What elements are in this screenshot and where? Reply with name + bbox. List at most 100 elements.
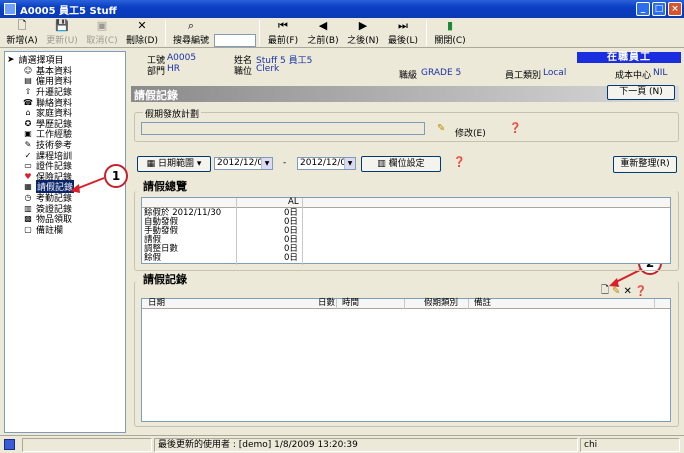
leave-plan-title: 假期發放計劃 xyxy=(143,107,202,120)
employee-info: 工號 A0005 姓名 Stuff 5 員工5 部門 HR 職位 Clerk 職… xyxy=(131,51,684,83)
col-divider xyxy=(654,299,655,309)
col-divider xyxy=(404,299,405,309)
toolbar-separator xyxy=(259,20,260,46)
first-record-button[interactable]: ⏮ 最前(F) xyxy=(265,19,301,47)
col-time: 時間 xyxy=(342,298,360,308)
cancel-icon: ▣ xyxy=(96,19,108,32)
clock-icon: ◷ xyxy=(24,192,32,202)
search-button[interactable]: ⌕ 搜尋編號 xyxy=(171,19,211,47)
binoculars-icon: ⌕ xyxy=(187,19,195,32)
cost-label: 成本中心 xyxy=(615,71,652,81)
summary-header: AL xyxy=(142,198,670,208)
calendar-icon: ▦ xyxy=(24,182,32,192)
calendar-icon: ▦ xyxy=(146,159,158,169)
prev-record-button[interactable]: ◀ 之前(B) xyxy=(305,19,341,47)
employee-dept: HR xyxy=(167,64,181,74)
help-icon[interactable]: ❓ xyxy=(453,157,465,168)
last-icon: ⏭ xyxy=(398,19,408,32)
date-separator: - xyxy=(283,158,287,168)
category-tree: ➤ 請選擇項目 ☺ 基本資料 ▤ 僱用資料 ⇧ 升遷記錄 ☎ 聯絡資料 ⌂ 家庭資料 ✪ 學歷… xyxy=(4,51,126,433)
summary-col-al: AL xyxy=(288,197,299,207)
next-page-button[interactable]: 下一頁 (N) xyxy=(607,85,675,100)
date-from-select[interactable]: 2012/12/01 ▼ xyxy=(214,157,273,170)
document-icon: ▤ xyxy=(24,76,32,86)
col-divider xyxy=(236,198,237,265)
visa-icon: ▥ xyxy=(24,203,32,213)
promotion-icon: ⇧ xyxy=(24,86,32,96)
search-id-input[interactable] xyxy=(214,34,256,47)
col-divider xyxy=(468,299,469,309)
employee-grade: GRADE 5 xyxy=(421,68,462,78)
col-date: 日期 xyxy=(148,298,166,308)
toolbar-separator xyxy=(165,20,166,46)
note-icon: ▢ xyxy=(24,224,32,234)
last-record-button[interactable]: ⏭ 最後(L) xyxy=(385,19,421,47)
date-range-button[interactable]: ▦ 日期範圍 ▾ xyxy=(137,156,211,172)
next-icon: ▶ xyxy=(358,19,368,32)
cancel-button[interactable]: ▣ 取消(C) xyxy=(84,19,120,47)
date-to-select[interactable]: 2012/12/05 ▼ xyxy=(297,157,356,170)
graduation-icon: ✪ xyxy=(24,118,32,128)
tree-item-remarks[interactable]: ▢ 備註欄 xyxy=(7,224,125,236)
employee-id: A0005 xyxy=(167,53,197,63)
prev-icon: ◀ xyxy=(318,19,328,32)
save-icon: 💾 xyxy=(55,19,69,32)
summary-row-label: 餘假 xyxy=(144,253,162,263)
main-panel: 工號 A0005 姓名 Stuff 5 員工5 部門 HR 職位 Clerk 職… xyxy=(131,51,684,433)
tools-icon: ✎ xyxy=(24,139,32,149)
col-remarks: 備註 xyxy=(474,298,492,308)
records-grid: 日期 日數 時間 假期類別 備註 xyxy=(141,298,671,422)
status-badge: 在職員工 xyxy=(577,52,681,63)
dept-label: 部門 xyxy=(147,67,166,77)
col-divider xyxy=(302,198,303,265)
contact-icon: ☎ xyxy=(23,97,33,107)
col-days: 日數 xyxy=(318,298,336,308)
delete-x-icon: ✕ xyxy=(137,19,147,32)
maximize-button[interactable]: □ xyxy=(652,2,666,16)
first-icon: ⏮ xyxy=(278,19,288,32)
summary-grid: AL 餘假於 2012/11/30 0日 自動發假 0日 手動發假 0日 請假 … xyxy=(141,197,671,265)
refresh-button[interactable]: 重新整理(R) xyxy=(613,156,677,173)
status-icon xyxy=(4,439,15,450)
close-button[interactable]: ▮ 關閉(C) xyxy=(432,19,468,47)
employee-type: Local xyxy=(543,68,567,78)
briefcase-icon: ▣ xyxy=(24,129,32,139)
edit-button[interactable]: 修改(E) xyxy=(455,126,486,139)
chevron-down-icon: ▼ xyxy=(344,158,355,169)
employee-cost: NIL xyxy=(653,68,668,78)
status-bar: 最後更新的使用者 : [demo] 1/8/2009 13:20:39 chi xyxy=(0,435,684,453)
grade-label: 職級 xyxy=(399,71,418,81)
toolbar-separator xyxy=(426,20,427,46)
main-toolbar: 🗋 新增(A) 💾 更新(U) ▣ 取消(C) ✕ 刪除(D) ⌕ 搜尋編號 ⏮ 最前(F)… xyxy=(0,18,684,48)
records-header: 日期 日數 時間 假期類別 備註 xyxy=(142,299,670,309)
new-button[interactable]: 🗋 新增(A) xyxy=(4,19,40,47)
app-icon xyxy=(4,3,16,15)
columns-icon: ▥ xyxy=(377,159,389,169)
language-indicator: chi xyxy=(580,438,680,452)
title-bar: A0005 員工5 Stuff _ □ × xyxy=(0,0,684,18)
section-header: 請假記錄 xyxy=(131,86,679,102)
box-icon: ▩ xyxy=(24,214,32,224)
close-window-button[interactable]: × xyxy=(668,2,682,16)
delete-button[interactable]: ✕ 刪除(D) xyxy=(124,19,160,47)
pointer-icon: ➤ xyxy=(7,54,15,65)
chevron-down-icon: ▼ xyxy=(261,158,272,169)
minimize-button[interactable]: _ xyxy=(636,2,650,16)
help-icon[interactable]: ❓ xyxy=(509,123,521,134)
next-record-button[interactable]: ▶ 之後(N) xyxy=(345,19,381,47)
person-icon: ☺ xyxy=(23,65,33,75)
heart-icon: ♥ xyxy=(24,171,32,181)
leave-plan-field[interactable] xyxy=(141,122,425,135)
summary-row-value: 0日 xyxy=(284,253,298,263)
col-leave-type: 假期類別 xyxy=(424,298,459,308)
update-button[interactable]: 💾 更新(U) xyxy=(44,19,80,47)
exit-door-icon: ▮ xyxy=(446,19,454,32)
status-panel-empty xyxy=(22,438,152,452)
certificate-icon: ▭ xyxy=(24,161,32,171)
column-settings-button[interactable]: ▥ 欄位設定 xyxy=(361,156,441,172)
new-doc-icon: 🗋 xyxy=(17,19,27,32)
training-icon: ✓ xyxy=(24,150,32,160)
callout-1: 1 xyxy=(104,164,128,188)
tree-item-items[interactable]: ▩ 物品領取 xyxy=(7,213,125,225)
last-update-info: 最後更新的使用者 : [demo] 1/8/2009 13:20:39 xyxy=(154,438,578,452)
